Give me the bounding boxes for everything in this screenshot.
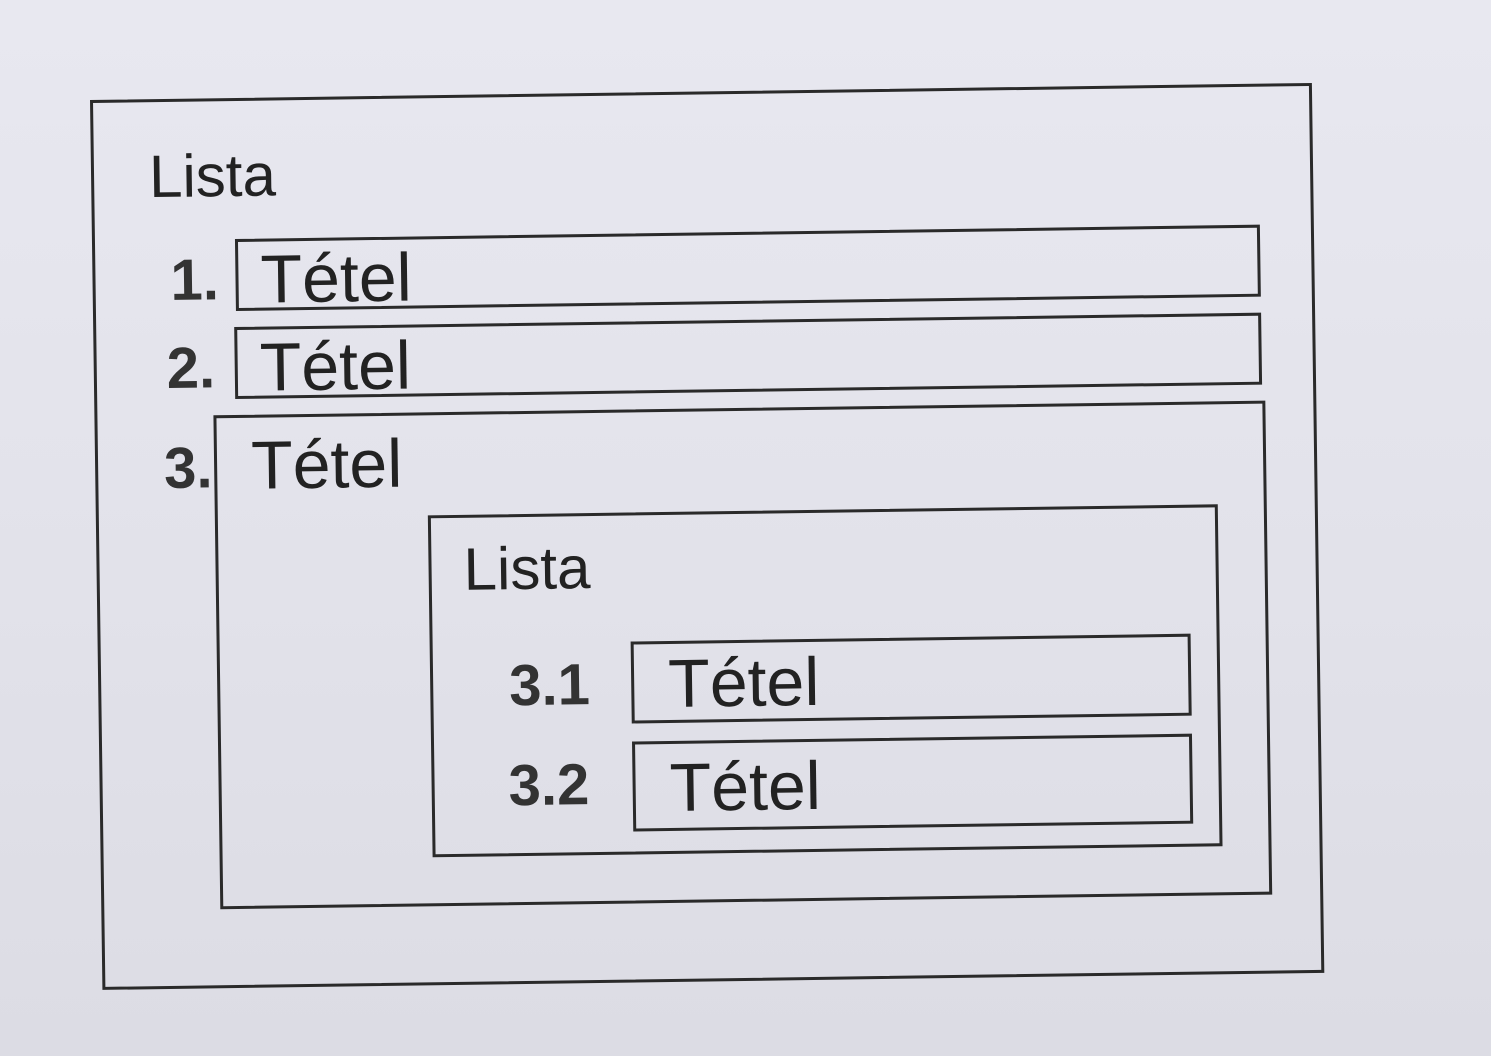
inner-list-title: Lista [463, 534, 591, 603]
outer-list-title: Lista [148, 141, 277, 211]
list-item-number: 1. [170, 247, 220, 313]
list-item-box-expanded: Tétel Lista 3.1 Tétel 3.2 Tétel [213, 400, 1273, 910]
list-item-text: Tétel [259, 327, 412, 406]
inner-list-box: Lista 3.1 Tétel 3.2 Tétel [427, 504, 1223, 858]
list-item-number: 3. [163, 435, 213, 501]
list-item-box: Tétel [234, 312, 1263, 406]
list-item-text: Tétel [259, 239, 413, 318]
list-item-number: 2. [166, 335, 216, 401]
sub-item-box: Tétel [630, 633, 1192, 724]
outer-list-box: Lista 1. Tétel 2. Tétel 3. Tétel Lista 3… [90, 82, 1325, 990]
sub-item-text: Tétel [669, 747, 822, 826]
sub-item-number: 3.1 [508, 652, 591, 719]
list-item-text: Tétel [250, 425, 403, 504]
sub-item-box: Tétel [632, 733, 1194, 832]
list-item-box: Tétel [234, 224, 1261, 318]
sub-item-number: 3.2 [508, 752, 590, 819]
sub-item-text: Tétel [667, 643, 820, 722]
